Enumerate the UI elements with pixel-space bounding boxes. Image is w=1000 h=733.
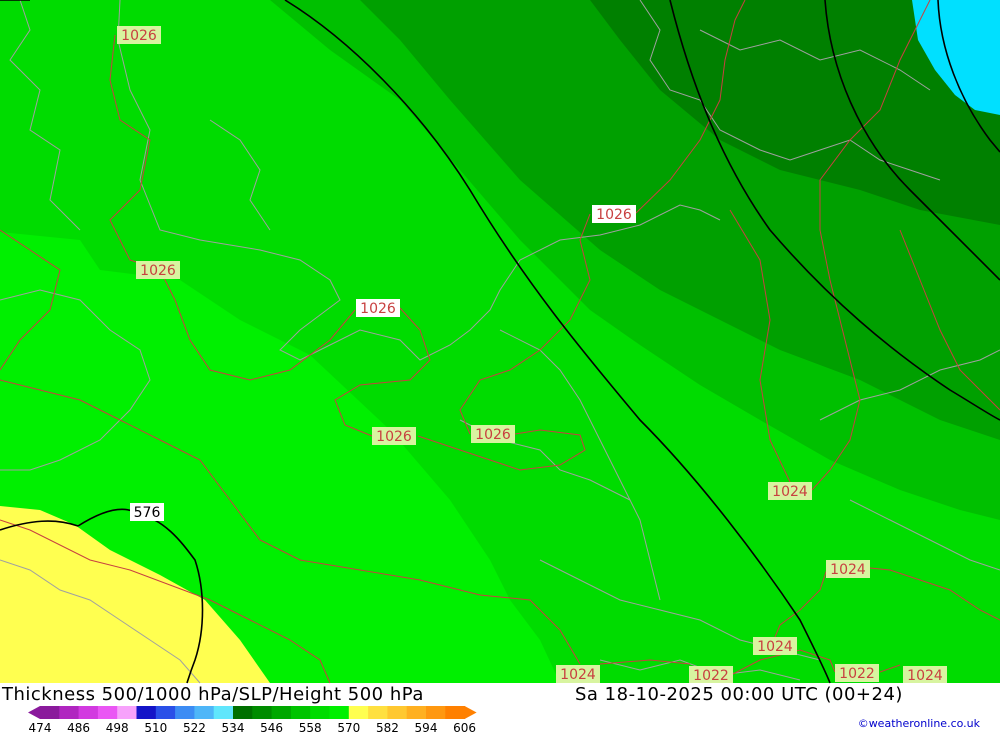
legend-swatch xyxy=(426,706,446,719)
legend-swatch xyxy=(213,706,234,719)
legend-swatch xyxy=(40,706,60,719)
legend-swatch xyxy=(97,706,118,719)
legend-swatch xyxy=(136,706,157,719)
isobar-label: 1024 xyxy=(826,560,870,578)
isobar-label: 1026 xyxy=(471,425,515,443)
credit-link[interactable]: ©weatheronline.co.uk xyxy=(858,717,980,730)
legend-tick-label: 582 xyxy=(376,721,399,733)
svg-text:1026: 1026 xyxy=(376,429,412,445)
legend-tick-label: 558 xyxy=(299,721,322,733)
legend-tick-label: 570 xyxy=(337,721,360,733)
svg-text:1024: 1024 xyxy=(757,639,793,655)
legend-swatch xyxy=(445,706,466,719)
isobar-label: 1026 xyxy=(136,261,180,279)
isobar-label: 1026 xyxy=(592,205,636,223)
isobar-label: 1024 xyxy=(903,666,947,684)
isobar-label: 1022 xyxy=(689,666,733,684)
legend-swatch xyxy=(290,706,311,719)
svg-text:576: 576 xyxy=(134,505,161,521)
colour-scale-legend: 474 486 498 510 522 534 546 558 570 582 594 606 xyxy=(28,706,477,733)
svg-text:1022: 1022 xyxy=(839,666,875,682)
svg-text:1026: 1026 xyxy=(475,427,511,443)
legend-swatch xyxy=(175,706,195,719)
legend-swatch xyxy=(368,706,388,719)
svg-text:1026: 1026 xyxy=(360,301,396,317)
thickness-map: 1026 1026 1026 1026 1026 1026 1024 1024 … xyxy=(0,0,1000,733)
legend-arrow-right xyxy=(464,706,477,719)
legend-swatch xyxy=(117,706,137,719)
svg-text:1026: 1026 xyxy=(596,207,632,223)
isobar-label: 1026 xyxy=(356,299,400,317)
map-title: Thickness 500/1000 hPa/SLP/Height 500 hP… xyxy=(2,684,424,705)
isobar-label: 1024 xyxy=(768,482,812,500)
isobar-label: 1024 xyxy=(753,637,797,655)
legend-tick-label: 534 xyxy=(222,721,245,733)
legend-swatch xyxy=(271,706,292,719)
legend-swatch xyxy=(329,706,350,719)
svg-text:1024: 1024 xyxy=(560,667,596,683)
isobar-label: 1024 xyxy=(556,665,600,683)
map-view: 1026 1026 1026 1026 1026 1026 1024 1024 … xyxy=(0,0,1000,733)
svg-text:1024: 1024 xyxy=(907,668,943,684)
isobar-label: 1022 xyxy=(835,664,879,682)
legend-tick-label: 594 xyxy=(415,721,438,733)
legend-swatch xyxy=(348,706,369,719)
svg-text:1026: 1026 xyxy=(140,263,176,279)
legend-tick-label: 546 xyxy=(260,721,283,733)
svg-text:1024: 1024 xyxy=(772,484,808,500)
legend-tick-label: 510 xyxy=(144,721,167,733)
isobar-label: 1026 xyxy=(372,427,416,445)
legend-arrow-left xyxy=(28,706,40,719)
height-label: 576 xyxy=(130,503,164,521)
svg-text:1022: 1022 xyxy=(693,668,729,684)
legend-swatch xyxy=(155,706,176,719)
legend-tick-label: 486 xyxy=(67,721,90,733)
svg-text:1024: 1024 xyxy=(830,562,866,578)
legend-swatch xyxy=(59,706,80,719)
legend-swatch xyxy=(406,706,427,719)
legend-swatch xyxy=(78,706,99,719)
legend-tick-label: 606 xyxy=(453,721,476,733)
legend-tick-label: 498 xyxy=(106,721,129,733)
valid-time: Sa 18-10-2025 00:00 UTC (00+24) xyxy=(575,684,903,705)
isobar-label: 1026 xyxy=(117,26,161,44)
legend-swatch xyxy=(310,706,330,719)
legend-swatch xyxy=(252,706,273,719)
svg-text:1026: 1026 xyxy=(121,28,157,44)
legend-swatch xyxy=(233,706,253,719)
legend-tick-label: 474 xyxy=(29,721,52,733)
legend-swatch xyxy=(194,706,215,719)
legend-swatch xyxy=(387,706,408,719)
legend-tick-label: 522 xyxy=(183,721,206,733)
